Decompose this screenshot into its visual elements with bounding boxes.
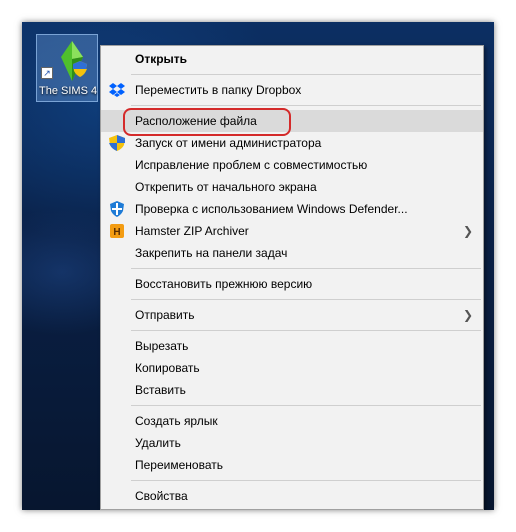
menu-item-hamster-zip[interactable]: H Hamster ZIP Archiver ❯	[101, 220, 483, 242]
chevron-right-icon: ❯	[462, 224, 473, 238]
menu-item-pin-taskbar[interactable]: Закрепить на панели задач	[101, 242, 483, 264]
menu-item-label: Вырезать	[135, 339, 189, 353]
menu-item-restore-previous[interactable]: Восстановить прежнюю версию	[101, 273, 483, 295]
menu-item-run-as-admin[interactable]: Запуск от имени администратора	[101, 132, 483, 154]
menu-item-label: Запуск от имени администратора	[135, 136, 322, 150]
desktop-icon-label: The SIMS 4	[39, 85, 98, 97]
menu-item-move-to-dropbox[interactable]: Переместить в папку Dropbox	[101, 79, 483, 101]
menu-separator	[131, 330, 481, 331]
shortcut-arrow-icon: ↗	[41, 67, 53, 79]
menu-item-label: Свойства	[135, 489, 188, 503]
menu-item-label: Проверка с использованием Windows Defend…	[135, 202, 408, 216]
menu-item-properties[interactable]: Свойства	[101, 485, 483, 507]
menu-item-unpin-start[interactable]: Открепить от начального экрана	[101, 176, 483, 198]
desktop-background: ↗ The SIMS 4 Открыть Переместить в папку…	[22, 22, 494, 510]
menu-item-defender-scan[interactable]: Проверка с использованием Windows Defend…	[101, 198, 483, 220]
menu-item-delete[interactable]: Удалить	[101, 432, 483, 454]
menu-item-label: Переместить в папку Dropbox	[135, 83, 302, 97]
menu-item-file-location[interactable]: Расположение файла	[101, 108, 483, 136]
menu-item-label: Переименовать	[135, 458, 223, 472]
uac-shield-icon	[73, 61, 87, 77]
menu-item-label: Открепить от начального экрана	[135, 180, 317, 194]
menu-separator	[131, 268, 481, 269]
hamster-zip-icon: H	[110, 224, 124, 238]
context-menu: Открыть Переместить в папку Dropbox Расп…	[100, 45, 484, 510]
menu-item-label: Расположение файла	[135, 114, 257, 128]
dropbox-icon	[109, 83, 125, 97]
menu-item-paste[interactable]: Вставить	[101, 379, 483, 401]
menu-item-label: Открыть	[135, 52, 188, 66]
menu-item-compat-troubleshoot[interactable]: Исправление проблем с совместимостью	[101, 154, 483, 176]
menu-item-cut[interactable]: Вырезать	[101, 335, 483, 357]
menu-item-label: Удалить	[135, 436, 181, 450]
menu-item-label: Закрепить на панели задач	[135, 246, 288, 260]
menu-item-label: Hamster ZIP Archiver	[135, 224, 249, 238]
menu-item-label: Вставить	[135, 383, 186, 397]
menu-separator	[131, 480, 481, 481]
menu-item-open[interactable]: Открыть	[101, 48, 483, 70]
svg-text:H: H	[113, 227, 120, 238]
chevron-right-icon: ❯	[462, 308, 473, 322]
menu-item-rename[interactable]: Переименовать	[101, 454, 483, 476]
uac-shield-icon	[109, 135, 125, 151]
menu-separator	[131, 105, 481, 106]
menu-item-label: Создать ярлык	[135, 414, 218, 428]
menu-item-create-shortcut[interactable]: Создать ярлык	[101, 410, 483, 432]
menu-separator	[131, 405, 481, 406]
menu-separator	[131, 74, 481, 75]
menu-item-label: Копировать	[135, 361, 200, 375]
menu-item-label: Отправить	[135, 308, 195, 322]
menu-item-label: Исправление проблем с совместимостью	[135, 158, 368, 172]
menu-item-copy[interactable]: Копировать	[101, 357, 483, 379]
menu-item-send-to[interactable]: Отправить ❯	[101, 304, 483, 326]
windows-defender-icon	[110, 201, 124, 217]
menu-item-label: Восстановить прежнюю версию	[135, 277, 313, 291]
menu-separator	[131, 299, 481, 300]
desktop-shortcut-sims4[interactable]: ↗ The SIMS 4	[36, 34, 98, 102]
